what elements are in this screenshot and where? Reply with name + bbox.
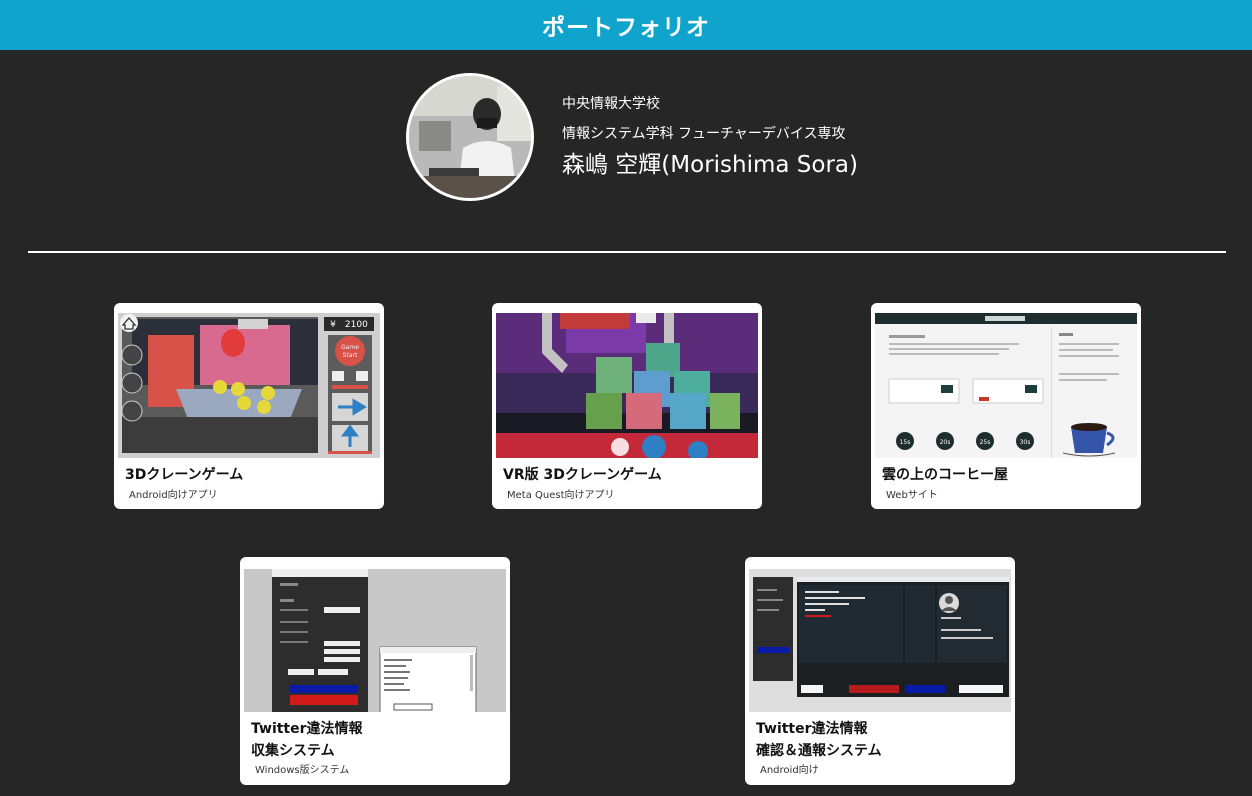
work-subtitle: Android向け xyxy=(760,765,819,776)
timer-15s: 15s xyxy=(900,439,911,446)
work-title: 雲の上のコーヒー屋 xyxy=(882,467,1008,483)
work-subtitle: Android向けアプリ xyxy=(129,490,218,501)
work-card-twitter-reporter[interactable]: Twitter違法情報 確認＆通報システム Android向け xyxy=(745,557,1015,785)
twitter-reporter-thumbnail xyxy=(749,569,1011,714)
work-title: 3Dクレーンゲーム xyxy=(125,467,244,483)
svg-text:Game: Game xyxy=(341,344,359,351)
work-card-twitter-collector[interactable]: Twitter違法情報 収集システム Windows版システム xyxy=(240,557,510,785)
work-card-crane-game[interactable]: ¥ 2100 Game Start 3Dクレーンゲーム Android向けアプリ xyxy=(114,303,384,509)
svg-text:Start: Start xyxy=(343,352,358,359)
work-subtitle: Windows版システム xyxy=(255,765,350,776)
work-card-vr-crane-game[interactable]: VR版 3Dクレーンゲーム Meta Quest向けアプリ xyxy=(492,303,762,509)
timer-30s: 30s xyxy=(1020,439,1031,446)
timer-25s: 25s xyxy=(980,439,991,446)
page-header: ポートフォリオ xyxy=(0,0,1252,50)
avatar-photo xyxy=(409,76,531,198)
school-name: 中央情報大学校 xyxy=(562,96,660,112)
avatar xyxy=(406,73,534,201)
work-title-line-2: 確認＆通報システム xyxy=(756,743,882,759)
department: 情報システム学科 フューチャーデバイス専攻 xyxy=(562,126,846,142)
work-card-coffee-shop[interactable]: 15s 20s 25s 30s 雲の上のコーヒー屋 Webサイト xyxy=(871,303,1141,509)
timer-20s: 20s xyxy=(940,439,951,446)
work-subtitle: Webサイト xyxy=(886,490,938,501)
vr-crane-game-thumbnail xyxy=(496,313,758,458)
work-title-line-2: 収集システム xyxy=(251,743,335,759)
crane-game-thumbnail: ¥ 2100 Game Start xyxy=(118,313,380,458)
work-subtitle: Meta Quest向けアプリ xyxy=(507,490,615,501)
twitter-collector-thumbnail xyxy=(244,569,506,714)
page-title: ポートフォリオ xyxy=(542,15,710,41)
work-title: VR版 3Dクレーンゲーム xyxy=(503,467,662,483)
work-title-line-1: Twitter違法情報 xyxy=(251,721,363,737)
student-name: 森嶋 空輝(Morishima Sora) xyxy=(562,152,859,178)
price-label: ¥ 2100 xyxy=(330,320,368,330)
coffee-shop-thumbnail: 15s 20s 25s 30s xyxy=(875,313,1137,458)
divider xyxy=(28,251,1226,253)
work-title-line-1: Twitter違法情報 xyxy=(756,721,868,737)
